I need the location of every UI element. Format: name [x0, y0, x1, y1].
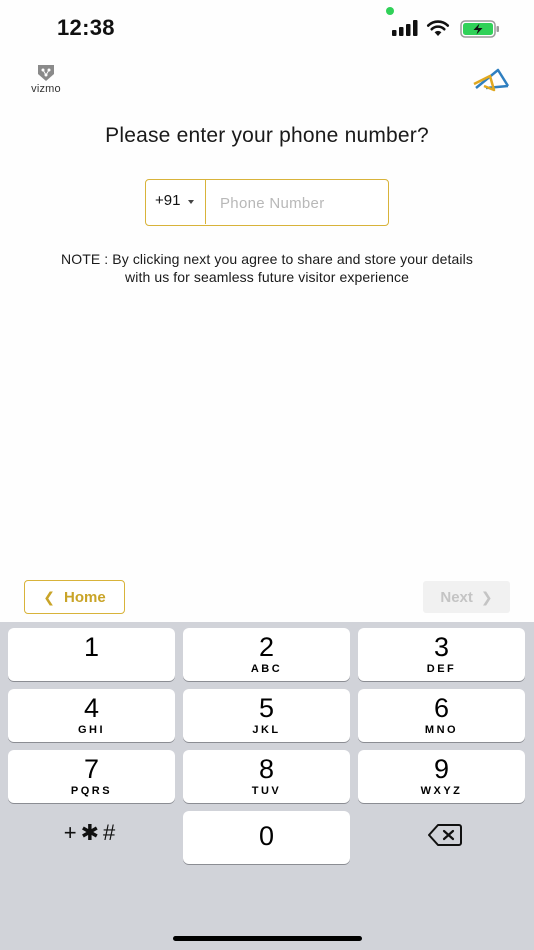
caret-down-icon — [188, 200, 194, 204]
key-letters: GHI — [77, 724, 106, 736]
key-digit: 4 — [83, 693, 100, 723]
home-button[interactable]: ❮ Home — [24, 580, 125, 614]
key-2[interactable]: 2 ABC — [183, 628, 350, 681]
key-digit: 8 — [258, 754, 275, 784]
numeric-keypad: 1 2 ABC 3 DEF 4 GHI 5 JKL 6 MNO 7 PQRS 8… — [0, 622, 534, 950]
country-code-label: +91 — [155, 192, 181, 209]
key-0[interactable]: 0 — [183, 811, 350, 864]
key-4[interactable]: 4 GHI — [8, 689, 175, 742]
key-digit: 6 — [433, 693, 450, 723]
key-8[interactable]: 8 TUV — [183, 750, 350, 803]
key-letters: DEF — [426, 663, 457, 675]
backspace-icon[interactable] — [428, 824, 462, 846]
key-5[interactable]: 5 JKL — [183, 689, 350, 742]
vizmo-shield-icon — [38, 65, 54, 81]
wifi-icon — [426, 20, 450, 36]
next-button[interactable]: Next ❯ — [423, 581, 510, 613]
page-title: Please enter your phone number? — [105, 124, 429, 147]
consent-note-line-1: NOTE : By clicking next you agree to sha… — [61, 251, 473, 267]
consent-note-line-2: with us for seamless future visitor expe… — [125, 269, 409, 285]
country-code-select[interactable]: +91 — [146, 180, 206, 224]
key-digit: 0 — [258, 821, 275, 851]
chevron-left-icon: ❮ — [43, 588, 56, 605]
signal-icon — [392, 20, 418, 36]
key-digit: 5 — [258, 693, 275, 723]
status-time: 12:38 — [57, 15, 115, 40]
phone-input-group: +91 — [145, 179, 389, 226]
symbols-key[interactable]: +✱# — [8, 820, 175, 850]
key-digit: 9 — [433, 754, 450, 784]
key-digit: 2 — [258, 632, 275, 662]
phone-number-input[interactable] — [208, 186, 378, 220]
home-indicator[interactable] — [173, 936, 362, 941]
key-digit: 7 — [83, 754, 100, 784]
key-letters: ABC — [250, 663, 283, 675]
key-letters: TUV — [251, 785, 282, 797]
key-1[interactable]: 1 — [8, 628, 175, 681]
vizmo-logo: vizmo — [22, 64, 70, 95]
key-9[interactable]: 9 WXYZ — [358, 750, 525, 803]
key-digit: 1 — [83, 632, 100, 662]
key-letters: JKL — [252, 724, 281, 736]
privacy-indicator-dot — [386, 7, 394, 15]
vizmo-logo-text: vizmo — [31, 83, 61, 95]
battery-charging-icon — [460, 20, 499, 38]
key-letters: PQRS — [70, 785, 113, 797]
key-letters: WXYZ — [420, 785, 463, 797]
home-button-label: Home — [64, 588, 106, 606]
triangle-logo-icon — [473, 68, 510, 92]
chevron-right-icon: ❯ — [480, 588, 493, 605]
key-digit: 3 — [433, 632, 450, 662]
key-letters: MNO — [424, 724, 459, 736]
status-bar: 12:38 — [0, 0, 534, 56]
consent-note: NOTE : By clicking next you agree to sha… — [30, 250, 504, 286]
key-3[interactable]: 3 DEF — [358, 628, 525, 681]
key-6[interactable]: 6 MNO — [358, 689, 525, 742]
next-button-label: Next — [440, 588, 473, 606]
key-7[interactable]: 7 PQRS — [8, 750, 175, 803]
